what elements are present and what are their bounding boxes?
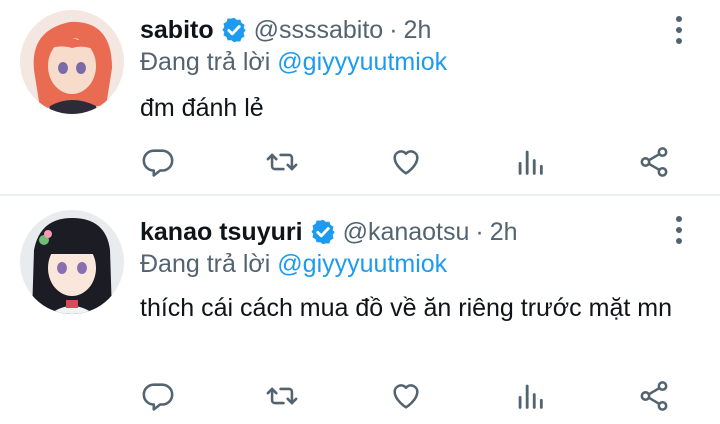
display-name[interactable]: kanao tsuyuri [140, 218, 303, 247]
tweet-header: kanao tsuyuri @kanaotsu · 2h [140, 214, 518, 250]
tweet-actions [140, 378, 680, 414]
reply-context: Đang trả lời @giyyyuutmiok [140, 250, 447, 279]
share-icon [640, 381, 668, 411]
avatar-image [20, 210, 124, 314]
like-icon [393, 384, 419, 409]
separator: · [475, 217, 484, 246]
reply-button[interactable] [140, 378, 176, 414]
stats-button[interactable] [512, 378, 548, 414]
share-button[interactable] [636, 378, 672, 414]
avatar[interactable] [20, 210, 124, 314]
retweet-icon [266, 387, 298, 405]
reply-mention-link[interactable]: @giyyyuutmiok [277, 250, 447, 278]
tweet-text: thích cái cách mua đồ về ăn riêng trước … [140, 294, 672, 322]
retweet-button[interactable] [264, 378, 300, 414]
like-button[interactable] [388, 378, 424, 414]
reply-icon [142, 383, 174, 411]
timestamp[interactable]: 2h [490, 218, 518, 247]
reply-prefix: Đang trả lời [140, 250, 271, 278]
more-icon[interactable] [667, 212, 691, 248]
verified-icon [310, 219, 335, 245]
stats-icon [518, 384, 543, 409]
handle[interactable]: @kanaotsu [343, 218, 470, 247]
tweet[interactable]: kanao tsuyuri @kanaotsu · 2h Đang trả lờ… [0, 0, 720, 411]
